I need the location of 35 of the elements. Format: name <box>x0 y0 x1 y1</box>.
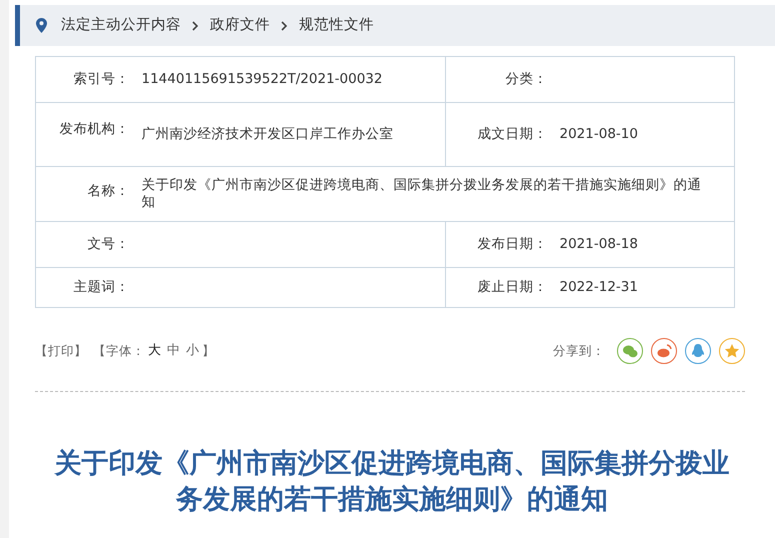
star-icon <box>724 343 740 359</box>
field-label: 分类： <box>506 71 548 88</box>
article-title: 关于印发《广州市南沙区促进跨境电商、国际集拼分拨业务发展的若干措施实施细则》的通知 <box>53 447 730 517</box>
breadcrumb-link[interactable]: 政府文件 <box>210 14 270 36</box>
penguin-share-button[interactable] <box>685 338 711 364</box>
wechat-share-button[interactable] <box>617 338 643 364</box>
field-label: 成文日期： <box>478 126 548 142</box>
share-label: 分享到： <box>553 342 605 360</box>
chevron-icon <box>192 20 199 30</box>
location-pin-icon <box>36 18 47 33</box>
field-label: 发布机构： <box>60 121 130 137</box>
breadcrumb-link[interactable]: 规范性文件 <box>299 14 374 36</box>
print-link[interactable]: 【打印】 <box>35 342 87 360</box>
font-size-link[interactable]: 大 <box>148 341 161 361</box>
field-label: 发布日期： <box>478 236 548 252</box>
breadcrumb-link[interactable]: 法定主动公开内容 <box>61 14 181 36</box>
penguin-icon <box>690 343 706 359</box>
star-share-button[interactable] <box>719 338 745 364</box>
font-size-label: 【字体： <box>93 342 145 360</box>
font-size-link[interactable]: 中 <box>167 341 180 361</box>
bracket-text: 】 <box>202 342 215 360</box>
field-label: 名称： <box>88 183 130 199</box>
field-value: 2021-08-18 <box>560 236 639 253</box>
field-label: 主题词： <box>74 279 130 296</box>
field-value: 2021-08-10 <box>560 126 639 143</box>
field-value: 广州南沙经济技术开发区口岸工作办公室 <box>142 126 394 143</box>
field-value: 11440115691539522T/2021-00032 <box>142 71 384 88</box>
field-label: 索引号： <box>74 71 130 88</box>
font-size-link[interactable]: 小 <box>186 341 199 361</box>
field-value: 关于印发《广州市南沙区促进跨境电商、国际集拼分拨业务发展的若干措施实施细则》的通知 <box>142 177 702 211</box>
field-label: 废止日期： <box>478 279 548 296</box>
chevron-icon <box>281 20 288 30</box>
weibo-share-button[interactable] <box>651 338 677 364</box>
field-value: 2022-12-31 <box>560 279 639 296</box>
field-label: 文号： <box>88 236 130 252</box>
